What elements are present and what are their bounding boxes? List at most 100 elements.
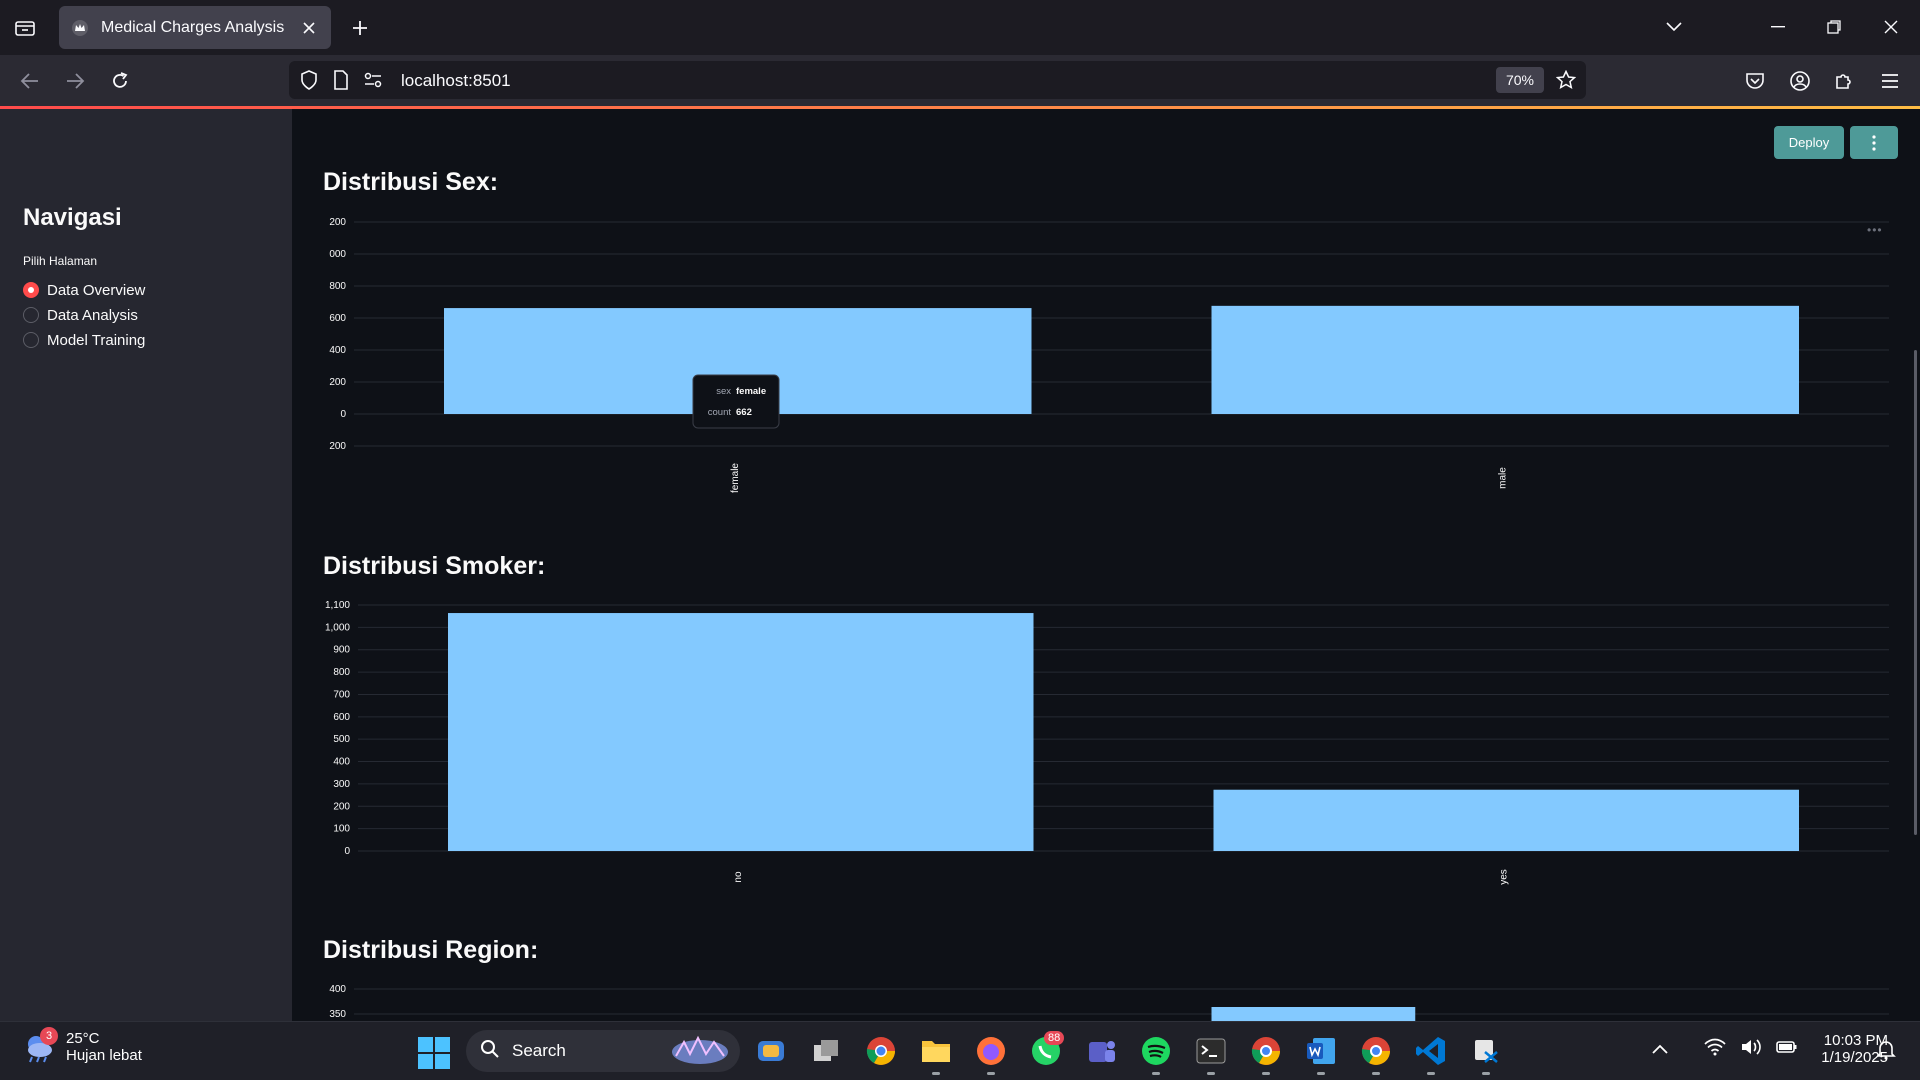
running-indicator (1482, 1072, 1490, 1075)
radio-option-label: Model Training (47, 331, 146, 349)
section-title-sex: Distribusi Sex: (323, 168, 499, 196)
y-tick-label: 0 (344, 846, 350, 857)
chrome-profile-app-icon[interactable] (1247, 1032, 1285, 1070)
x-tick-label: male (1497, 467, 1508, 489)
radio-unselected-icon[interactable] (23, 332, 39, 348)
radio-option-model-training[interactable]: Model Training (23, 329, 145, 351)
hamburger-menu-icon[interactable] (1874, 65, 1906, 97)
region-bar-chart: 400 350 (329, 984, 1889, 1021)
address-bar[interactable]: localhost:8501 70% (289, 61, 1586, 99)
clock-date: 1/19/2025 (1821, 1049, 1888, 1066)
page-scrollbar[interactable] (1914, 350, 1917, 835)
notification-bell-icon[interactable] (1876, 1040, 1896, 1065)
running-indicator (1317, 1072, 1325, 1075)
running-indicator (1207, 1072, 1215, 1075)
url-text[interactable]: localhost:8501 (401, 71, 511, 91)
copilot-app-icon[interactable] (752, 1032, 790, 1070)
sidebar: Navigasi Pilih Halaman Data Overview Dat… (0, 109, 292, 1021)
y-tick-label: 600 (329, 313, 346, 324)
radio-unselected-icon[interactable] (23, 307, 39, 323)
restore-icon[interactable] (1818, 12, 1850, 42)
forward-arrow-icon[interactable] (59, 65, 91, 97)
radio-option-data-overview[interactable]: Data Overview (23, 279, 145, 301)
running-indicator (1262, 1072, 1270, 1075)
weather-temperature: 25°C (66, 1030, 100, 1047)
new-tab-plus-icon[interactable] (346, 14, 374, 42)
y-tick-label: 300 (333, 779, 350, 790)
y-tick-label: 800 (333, 667, 350, 678)
chrome-profile-2-app-icon[interactable] (1357, 1032, 1395, 1070)
smoker-bar-chart: 1,100 1,000 900 800 700 600 500 400 300 200 100 0 no… (325, 600, 1889, 885)
bookmark-star-icon[interactable] (1556, 70, 1576, 90)
word-app-icon[interactable] (1302, 1032, 1340, 1070)
page-icon[interactable] (331, 70, 351, 90)
y-tick-label: 200 (333, 801, 350, 812)
task-view-icon[interactable] (807, 1032, 845, 1070)
y-tick-label: 600 (333, 712, 350, 723)
bar (448, 613, 1034, 851)
browser-tab[interactable]: Medical Charges Analysis (59, 6, 331, 49)
y-tick-label: 1,100 (325, 600, 350, 611)
chrome-app-icon[interactable] (862, 1032, 900, 1070)
terminal-app-icon[interactable] (1192, 1032, 1230, 1070)
x-tick-label: female (730, 463, 741, 493)
shield-icon[interactable] (299, 70, 319, 90)
y-tick-label: 900 (333, 645, 350, 656)
tooltip-value: 662 (736, 407, 752, 418)
tab-title: Medical Charges Analysis (101, 18, 285, 36)
deploy-button[interactable]: Deploy (1774, 126, 1844, 159)
sex-bar-chart: 200 000 800 600 400 200 0 200 female male sex femal… (329, 217, 1889, 493)
spotify-app-icon[interactable] (1137, 1032, 1175, 1070)
wifi-icon[interactable] (1704, 1038, 1726, 1061)
volume-icon[interactable] (1740, 1038, 1762, 1061)
pocket-icon[interactable] (1739, 65, 1771, 97)
firefox-app-icon[interactable] (972, 1032, 1010, 1070)
y-tick-label: 800 (329, 281, 346, 292)
radio-option-data-analysis[interactable]: Data Analysis (23, 304, 138, 326)
teams-app-icon[interactable] (1082, 1032, 1120, 1070)
vscode-app-icon[interactable] (1412, 1032, 1450, 1070)
y-tick-label: 400 (329, 345, 346, 356)
x-tick-label: yes (1498, 869, 1509, 885)
permissions-icon[interactable] (363, 70, 383, 90)
taskbar-search-box[interactable]: Search (466, 1030, 740, 1072)
tooltip-value: female (736, 386, 766, 397)
radio-option-label: Data Overview (47, 281, 146, 299)
zoom-level-badge[interactable]: 70% (1496, 67, 1544, 93)
y-tick-label: 400 (329, 984, 346, 995)
minimize-icon[interactable] (1762, 12, 1794, 42)
weather-widget[interactable]: 3 25°C Hujan lebat (22, 1027, 142, 1064)
show-hidden-icons-chevron-icon[interactable] (1652, 1041, 1668, 1059)
account-icon[interactable] (1784, 65, 1816, 97)
system-tray (1652, 1038, 1798, 1061)
running-indicator (1152, 1072, 1160, 1075)
weather-badge: 3 (40, 1027, 58, 1045)
list-all-tabs-chevron-icon[interactable] (1658, 12, 1690, 42)
y-tick-label: 1,000 (325, 622, 350, 633)
radio-group-label: Pilih Halaman (23, 254, 98, 268)
reload-icon[interactable] (104, 65, 136, 97)
main-menu-kebab-icon[interactable] (1850, 126, 1898, 159)
search-icon (480, 1039, 500, 1064)
search-highlight-icon (670, 1034, 730, 1069)
y-tick-label: 500 (333, 734, 350, 745)
chart-tooltip: sex female count 662 (692, 374, 780, 429)
file-explorer-icon[interactable] (917, 1032, 955, 1070)
extensions-puzzle-icon[interactable] (1828, 65, 1860, 97)
close-window-icon[interactable] (1875, 12, 1907, 42)
close-tab-icon[interactable] (299, 18, 319, 38)
y-tick-label: 100 (333, 824, 350, 835)
windows-taskbar: 3 25°C Hujan lebat Search 88 10:03 PM 1/… (0, 1021, 1920, 1080)
back-arrow-icon[interactable] (14, 65, 46, 97)
snipping-tool-icon[interactable] (1467, 1032, 1505, 1070)
y-tick-label: 200 (329, 441, 346, 452)
y-tick-label: 000 (329, 249, 346, 260)
tab-list-icon[interactable] (10, 14, 40, 42)
windows-start-icon[interactable] (417, 1036, 451, 1070)
taskbar-clock[interactable]: 10:03 PM 1/19/2025 (1796, 1032, 1888, 1066)
battery-icon[interactable] (1776, 1039, 1798, 1060)
weather-description: Hujan lebat (66, 1047, 142, 1064)
y-tick-label: 200 (329, 377, 346, 388)
x-tick-label: no (733, 871, 744, 883)
radio-selected-icon[interactable] (23, 282, 39, 298)
